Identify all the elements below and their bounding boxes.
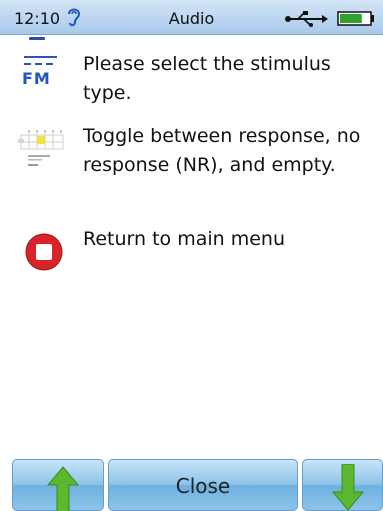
scroll-up-button[interactable] <box>12 459 104 511</box>
list-item-main-menu: Return to main menu <box>0 226 383 296</box>
arrow-up-icon <box>46 466 80 511</box>
list-item-text: Please select the stimulus type. <box>83 53 331 104</box>
close-button[interactable]: Close <box>108 459 298 511</box>
battery-fill <box>340 14 362 23</box>
scroll-indicator <box>29 37 45 40</box>
list-item-text: Return to main menu <box>83 228 285 250</box>
arrow-down-icon <box>331 464 365 511</box>
list-item-toggle: Toggle between response, no response (NR… <box>0 124 383 234</box>
help-content[interactable]: FM Please select the stimulus type. Togg… <box>0 36 383 456</box>
close-button-label: Close <box>175 474 231 498</box>
fm-icon-label: FM <box>22 69 51 88</box>
battery-icon <box>337 11 374 26</box>
fm-icon: FM <box>22 54 62 100</box>
status-bar: 12:10 Audio <box>0 0 383 35</box>
usb-icon <box>285 11 328 27</box>
bottom-bar: Close <box>0 456 383 511</box>
stop-icon <box>25 233 63 271</box>
list-item-stimulus: FM Please select the stimulus type. <box>0 44 383 124</box>
scroll-down-button[interactable] <box>302 459 383 511</box>
grid-icon <box>18 130 64 166</box>
list-item-text: Toggle between response, no response (NR… <box>83 125 361 176</box>
